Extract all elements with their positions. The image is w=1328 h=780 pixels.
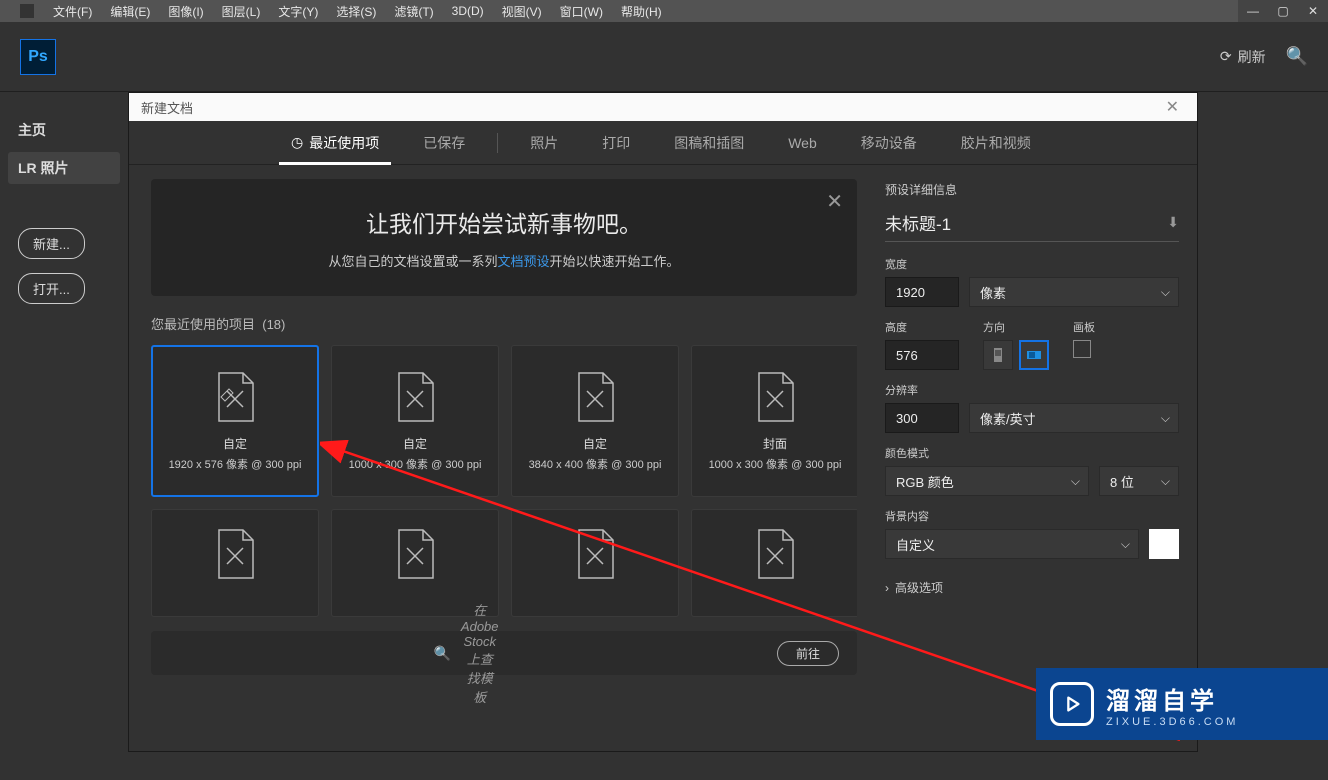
width-input[interactable]: 1920 [885, 277, 959, 307]
menu-3d[interactable]: 3D(D) [443, 4, 493, 18]
document-icon [753, 371, 797, 425]
watermark-banner: 溜溜自学 ZIXUE.3D66.COM [1036, 668, 1328, 740]
orientation-portrait[interactable] [983, 340, 1013, 370]
app-icon [20, 4, 34, 18]
stock-placeholder[interactable]: 在 Adobe Stock 上查找模板 [461, 600, 499, 706]
banner-text: 从您自己的文档设置或一系列文档预设开始以快速开始工作。 [171, 251, 837, 270]
menu-help[interactable]: 帮助(H) [612, 3, 671, 20]
preset-card-2[interactable]: 自定 3840 x 400 像素 @ 300 ppi [511, 345, 679, 497]
welcome-banner: ✕ 让我们开始尝试新事物吧。 从您自己的文档设置或一系列文档预设开始以快速开始工… [151, 179, 857, 296]
document-icon [213, 371, 257, 425]
tab-web[interactable]: Web [766, 123, 839, 163]
minimize-button[interactable]: — [1238, 0, 1268, 22]
play-icon [1050, 682, 1094, 726]
document-icon [393, 528, 437, 582]
banner-heading: 让我们开始尝试新事物吧。 [171, 205, 837, 239]
document-name-input[interactable]: 未标题-1 [885, 210, 1167, 235]
background-select[interactable]: 自定义 [885, 529, 1139, 559]
chevron-right-icon: › [885, 581, 889, 595]
tab-photo[interactable]: 照片 [508, 121, 580, 165]
document-icon [393, 371, 437, 425]
menu-layer[interactable]: 图层(L) [213, 3, 270, 20]
preset-grid: 自定 1920 x 576 像素 @ 300 ppi 自定 1000 x 300… [151, 345, 857, 617]
window-controls: — ▢ ✕ [1238, 0, 1328, 22]
color-mode-select[interactable]: RGB 颜色 [885, 466, 1089, 496]
background-label: 背景内容 [885, 508, 1179, 524]
unit-select[interactable]: 像素 [969, 277, 1179, 307]
width-label: 宽度 [885, 256, 1179, 272]
doc-presets-link[interactable]: 文档预设 [497, 254, 549, 269]
search-icon[interactable]: 🔍 [1286, 46, 1308, 67]
dialog-title: 新建文档 [141, 98, 193, 117]
document-icon [753, 528, 797, 582]
advanced-options-toggle[interactable]: › 高级选项 [885, 571, 1179, 604]
app-header: Ps ⟳ 刷新 🔍 [0, 22, 1328, 92]
bit-depth-select[interactable]: 8 位 [1099, 466, 1179, 496]
stock-go-button[interactable]: 前往 [777, 641, 839, 666]
refresh-button[interactable]: ⟳ 刷新 [1220, 47, 1266, 67]
height-label: 高度 [885, 319, 959, 335]
refresh-label: 刷新 [1238, 47, 1266, 67]
menu-image[interactable]: 图像(I) [159, 3, 212, 20]
dialog-close-icon[interactable]: ✕ [1160, 97, 1185, 117]
document-icon [573, 528, 617, 582]
artboard-checkbox[interactable] [1073, 340, 1091, 358]
color-mode-label: 颜色模式 [885, 445, 1179, 461]
tab-print[interactable]: 打印 [580, 121, 652, 165]
maximize-button[interactable]: ▢ [1268, 0, 1298, 22]
tab-art[interactable]: 图稿和插图 [652, 121, 766, 165]
category-tabs: ◷ 最近使用项 已保存 照片 打印 图稿和插图 Web 移动设备 胶片和视频 [129, 121, 1197, 165]
menu-select[interactable]: 选择(S) [327, 3, 385, 20]
preset-card-0[interactable]: 自定 1920 x 576 像素 @ 300 ppi [151, 345, 319, 497]
open-button[interactable]: 打开... [18, 273, 85, 304]
new-document-dialog: 新建文档 ✕ ◷ 最近使用项 已保存 照片 打印 图稿和插图 Web 移动设备 … [128, 92, 1198, 752]
menu-file[interactable]: 文件(F) [44, 3, 101, 20]
document-icon [573, 371, 617, 425]
details-heading: 预设详细信息 [885, 181, 1179, 198]
dialog-titlebar: 新建文档 ✕ [129, 93, 1197, 121]
document-icon [213, 528, 257, 582]
home-sidebar: 主页 LR 照片 新建... 打开... [0, 92, 128, 780]
close-button[interactable]: ✕ [1298, 0, 1328, 22]
menubar: 文件(F) 编辑(E) 图像(I) 图层(L) 文字(Y) 选择(S) 滤镜(T… [0, 0, 1328, 22]
new-button[interactable]: 新建... [18, 228, 85, 259]
sidebar-home[interactable]: 主页 [18, 112, 110, 148]
orientation-landscape[interactable] [1019, 340, 1049, 370]
clock-icon: ◷ [291, 134, 303, 151]
tab-mobile[interactable]: 移动设备 [839, 121, 939, 165]
search-icon: 🔍 [433, 645, 450, 662]
tab-film[interactable]: 胶片和视频 [939, 121, 1053, 165]
save-preset-icon[interactable]: ⬇ [1167, 214, 1179, 231]
height-input[interactable]: 576 [885, 340, 959, 370]
banner-close-icon[interactable]: ✕ [826, 189, 843, 214]
recent-items-heading: 您最近使用的项目 (18) [151, 314, 857, 333]
tab-recent[interactable]: ◷ 最近使用项 [269, 121, 401, 165]
menu-edit[interactable]: 编辑(E) [101, 3, 159, 20]
sidebar-lr-photos[interactable]: LR 照片 [8, 152, 120, 184]
orientation-label: 方向 [983, 319, 1049, 335]
preset-card-3[interactable]: 封面 1000 x 300 像素 @ 300 ppi [691, 345, 857, 497]
menu-type[interactable]: 文字(Y) [269, 3, 327, 20]
resolution-label: 分辨率 [885, 382, 1179, 398]
stock-search-bar: 🔍 在 Adobe Stock 上查找模板 前往 [151, 631, 857, 675]
resolution-input[interactable]: 300 [885, 403, 959, 433]
watermark-url: ZIXUE.3D66.COM [1106, 716, 1238, 728]
ps-logo: Ps [20, 39, 56, 75]
artboard-label: 画板 [1073, 319, 1095, 335]
tab-saved[interactable]: 已保存 [401, 121, 487, 165]
background-color-swatch[interactable] [1149, 529, 1179, 559]
menu-filter[interactable]: 滤镜(T) [385, 3, 442, 20]
refresh-icon: ⟳ [1220, 48, 1232, 65]
resolution-unit-select[interactable]: 像素/英寸 [969, 403, 1179, 433]
tab-divider [497, 133, 498, 153]
menu-window[interactable]: 窗口(W) [551, 3, 612, 20]
menu-view[interactable]: 视图(V) [493, 3, 551, 20]
preset-details-panel: 预设详细信息 未标题-1 ⬇ 宽度 1920 像素 高度 576 方向 [875, 165, 1197, 751]
watermark-title: 溜溜自学 [1106, 681, 1238, 716]
presets-column: ✕ 让我们开始尝试新事物吧。 从您自己的文档设置或一系列文档预设开始以快速开始工… [129, 165, 875, 751]
preset-card-1[interactable]: 自定 1000 x 300 像素 @ 300 ppi [331, 345, 499, 497]
